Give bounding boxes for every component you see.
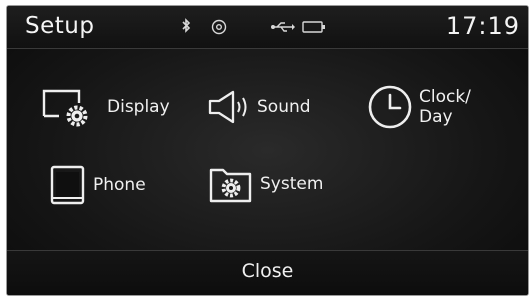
usb-icon: [271, 22, 295, 32]
menu-item-sound[interactable]: Sound: [207, 89, 311, 125]
menu-label-sound: Sound: [257, 97, 311, 117]
menu-item-display[interactable]: Display: [41, 86, 170, 128]
speaker-icon: [208, 90, 247, 124]
battery-icon: [302, 21, 325, 33]
bluetooth-icon: [182, 18, 191, 33]
footer-bar: Close: [7, 250, 528, 295]
display-settings-icon: [42, 89, 88, 127]
clock-icon: [368, 85, 412, 129]
clock-time: 17:19: [445, 12, 520, 40]
page-title: Setup: [25, 13, 95, 39]
setup-screen: Setup 17:19 Display Sound Clock/ Day Pho…: [6, 5, 529, 296]
menu-label-display: Display: [107, 97, 170, 117]
menu-item-clock-day[interactable]: Clock/ Day: [367, 84, 483, 130]
menu-item-phone[interactable]: Phone: [49, 164, 146, 206]
menu-label-system: System: [260, 174, 324, 194]
status-bar: Setup 17:19: [7, 6, 528, 49]
menu-item-system[interactable]: System: [208, 164, 323, 204]
gps-icon: [211, 19, 227, 35]
menu-label-clock-day: Clock/ Day: [419, 87, 471, 127]
menu-label-phone: Phone: [93, 175, 146, 195]
folder-gear-icon: [209, 168, 252, 203]
phone-icon: [50, 165, 85, 205]
close-button[interactable]: Close: [7, 260, 528, 282]
